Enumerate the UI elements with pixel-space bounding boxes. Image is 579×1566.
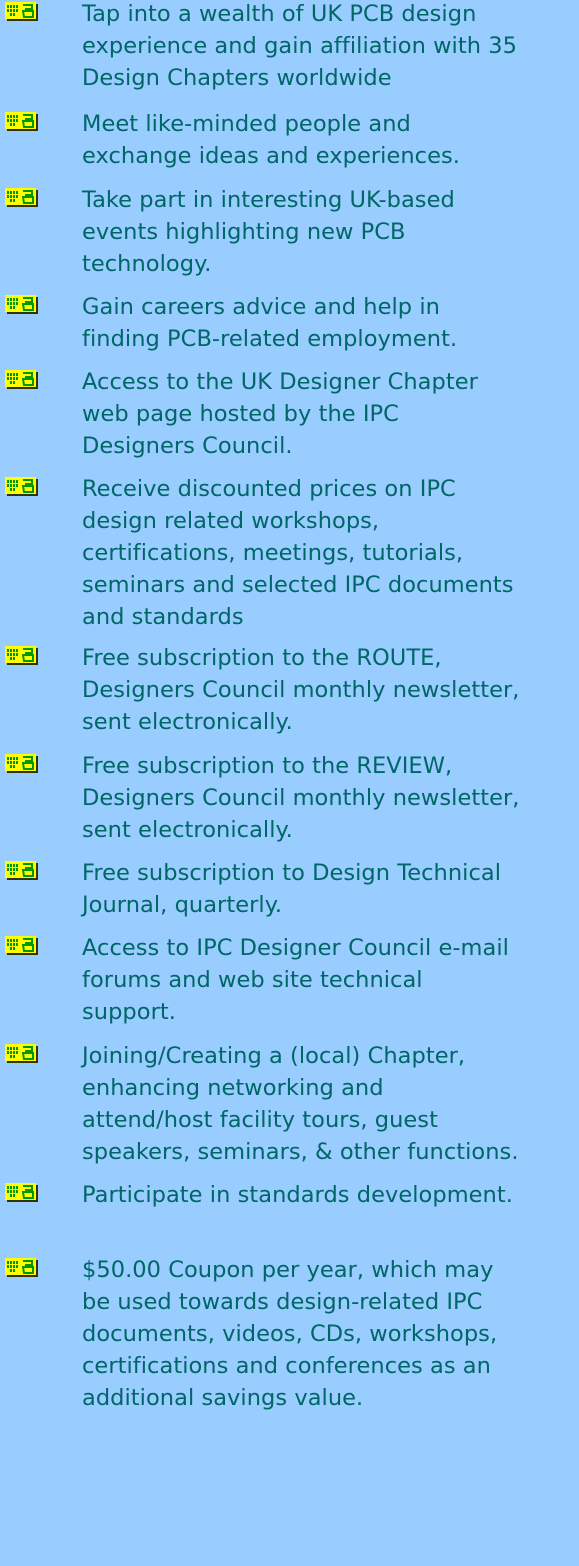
list-item-line: Free subscription to the ROUTE, [82, 645, 442, 671]
list-item-text: Free subscription to the ROUTE, Designers… [82, 642, 579, 738]
list-item-line: $50.00 Coupon per year, which may [82, 1257, 494, 1283]
list-item-line: sent electronically. [82, 817, 293, 843]
list-item-line: Designers Council. [82, 433, 293, 459]
pcb-chip-icon [5, 646, 38, 665]
list-item-line: Take part in interesting UK-based [82, 187, 455, 213]
list-item-line: finding PCB-related employment. [82, 326, 458, 352]
pcb-chip-icon [5, 2, 38, 21]
list-item-line: support. [82, 999, 176, 1025]
list-item-text: Tap into a wealth of UK PCB design experi… [82, 0, 579, 94]
pcb-chip-icon [5, 936, 38, 955]
list-item-text: Free subscription to Design Technical Jou… [82, 857, 579, 921]
list-item-line: be used towards design-related IPC [82, 1289, 483, 1315]
pcb-chip-icon [5, 477, 38, 496]
list-item-line: experience and gain affiliation with 35 [82, 33, 517, 59]
list-item-line: Tap into a wealth of UK PCB design [82, 1, 477, 27]
list-item-line: and standards [82, 604, 244, 630]
list-item-line: sent electronically. [82, 709, 293, 735]
list-item-line: Receive discounted prices on IPC [82, 476, 456, 502]
list-item-line: Access to the UK Designer Chapter [82, 369, 478, 395]
pcb-chip-icon [5, 754, 38, 773]
list-item-text: Joining/Creating a (local) Chapter, enhan… [82, 1040, 579, 1168]
list-item-text: Access to IPC Designer Council e-mail for… [82, 932, 579, 1028]
list-item-line: documents, videos, CDs, workshops, [82, 1321, 498, 1347]
list-item-text: Access to the UK Designer Chapter web pag… [82, 366, 579, 462]
list-item-line: Joining/Creating a (local) Chapter, [82, 1043, 466, 1069]
list-item-line: seminars and selected IPC documents [82, 572, 514, 598]
list-item-text: Meet like-minded people and exchange idea… [82, 108, 579, 172]
list-item-line: speakers, seminars, & other functions. [82, 1139, 519, 1165]
list-item-line: design related workshops, [82, 508, 380, 534]
pcb-chip-icon [5, 295, 38, 314]
pcb-chip-icon [5, 861, 38, 880]
list-item-line: Gain careers advice and help in [82, 294, 440, 320]
pcb-chip-icon [5, 370, 38, 389]
list-item-line: Access to IPC Designer Council e-mail [82, 935, 509, 961]
list-item-text: Gain careers advice and help in finding P… [82, 291, 579, 355]
list-item-line: web page hosted by the IPC [82, 401, 399, 427]
list-item-line: Journal, quarterly. [82, 892, 283, 918]
list-item-line: additional savings value. [82, 1385, 364, 1411]
list-item-text: $50.00 Coupon per year, which may be used… [82, 1254, 579, 1414]
list-item-line: technology. [82, 251, 212, 277]
list-item-text: Participate in standards development. [82, 1179, 579, 1211]
list-item-line: certifications and conferences as an [82, 1353, 491, 1379]
pcb-chip-icon [5, 1044, 38, 1063]
pcb-chip-icon [5, 188, 38, 207]
list-item-line: Designers Council monthly newsletter, [82, 677, 520, 703]
pcb-chip-icon [5, 1258, 38, 1277]
list-item-line: attend/host facility tours, guest [82, 1107, 438, 1133]
list-item-text: Free subscription to the REVIEW, Designer… [82, 750, 579, 846]
list-item-line: Design Chapters worldwide [82, 65, 392, 91]
list-item-line: forums and web site technical [82, 967, 423, 993]
list-item-line: certifications, meetings, tutorials, [82, 540, 464, 566]
list-item-line: events highlighting new PCB [82, 219, 406, 245]
list-item-line: Designers Council monthly newsletter, [82, 785, 520, 811]
list-item-line: Meet like-minded people and [82, 111, 411, 137]
list-item-text: Take part in interesting UK-based events … [82, 184, 579, 280]
pcb-chip-icon [5, 112, 38, 131]
list-item-line: exchange ideas and experiences. [82, 143, 460, 169]
list-item-line: enhancing networking and [82, 1075, 384, 1101]
list-item-text: Receive discounted prices on IPC design r… [82, 473, 579, 633]
list-item-line: Free subscription to the REVIEW, [82, 753, 453, 779]
pcb-chip-icon [5, 1183, 38, 1202]
list-item-line: Participate in standards development. [82, 1182, 513, 1208]
list-item-line: Free subscription to Design Technical [82, 860, 502, 886]
